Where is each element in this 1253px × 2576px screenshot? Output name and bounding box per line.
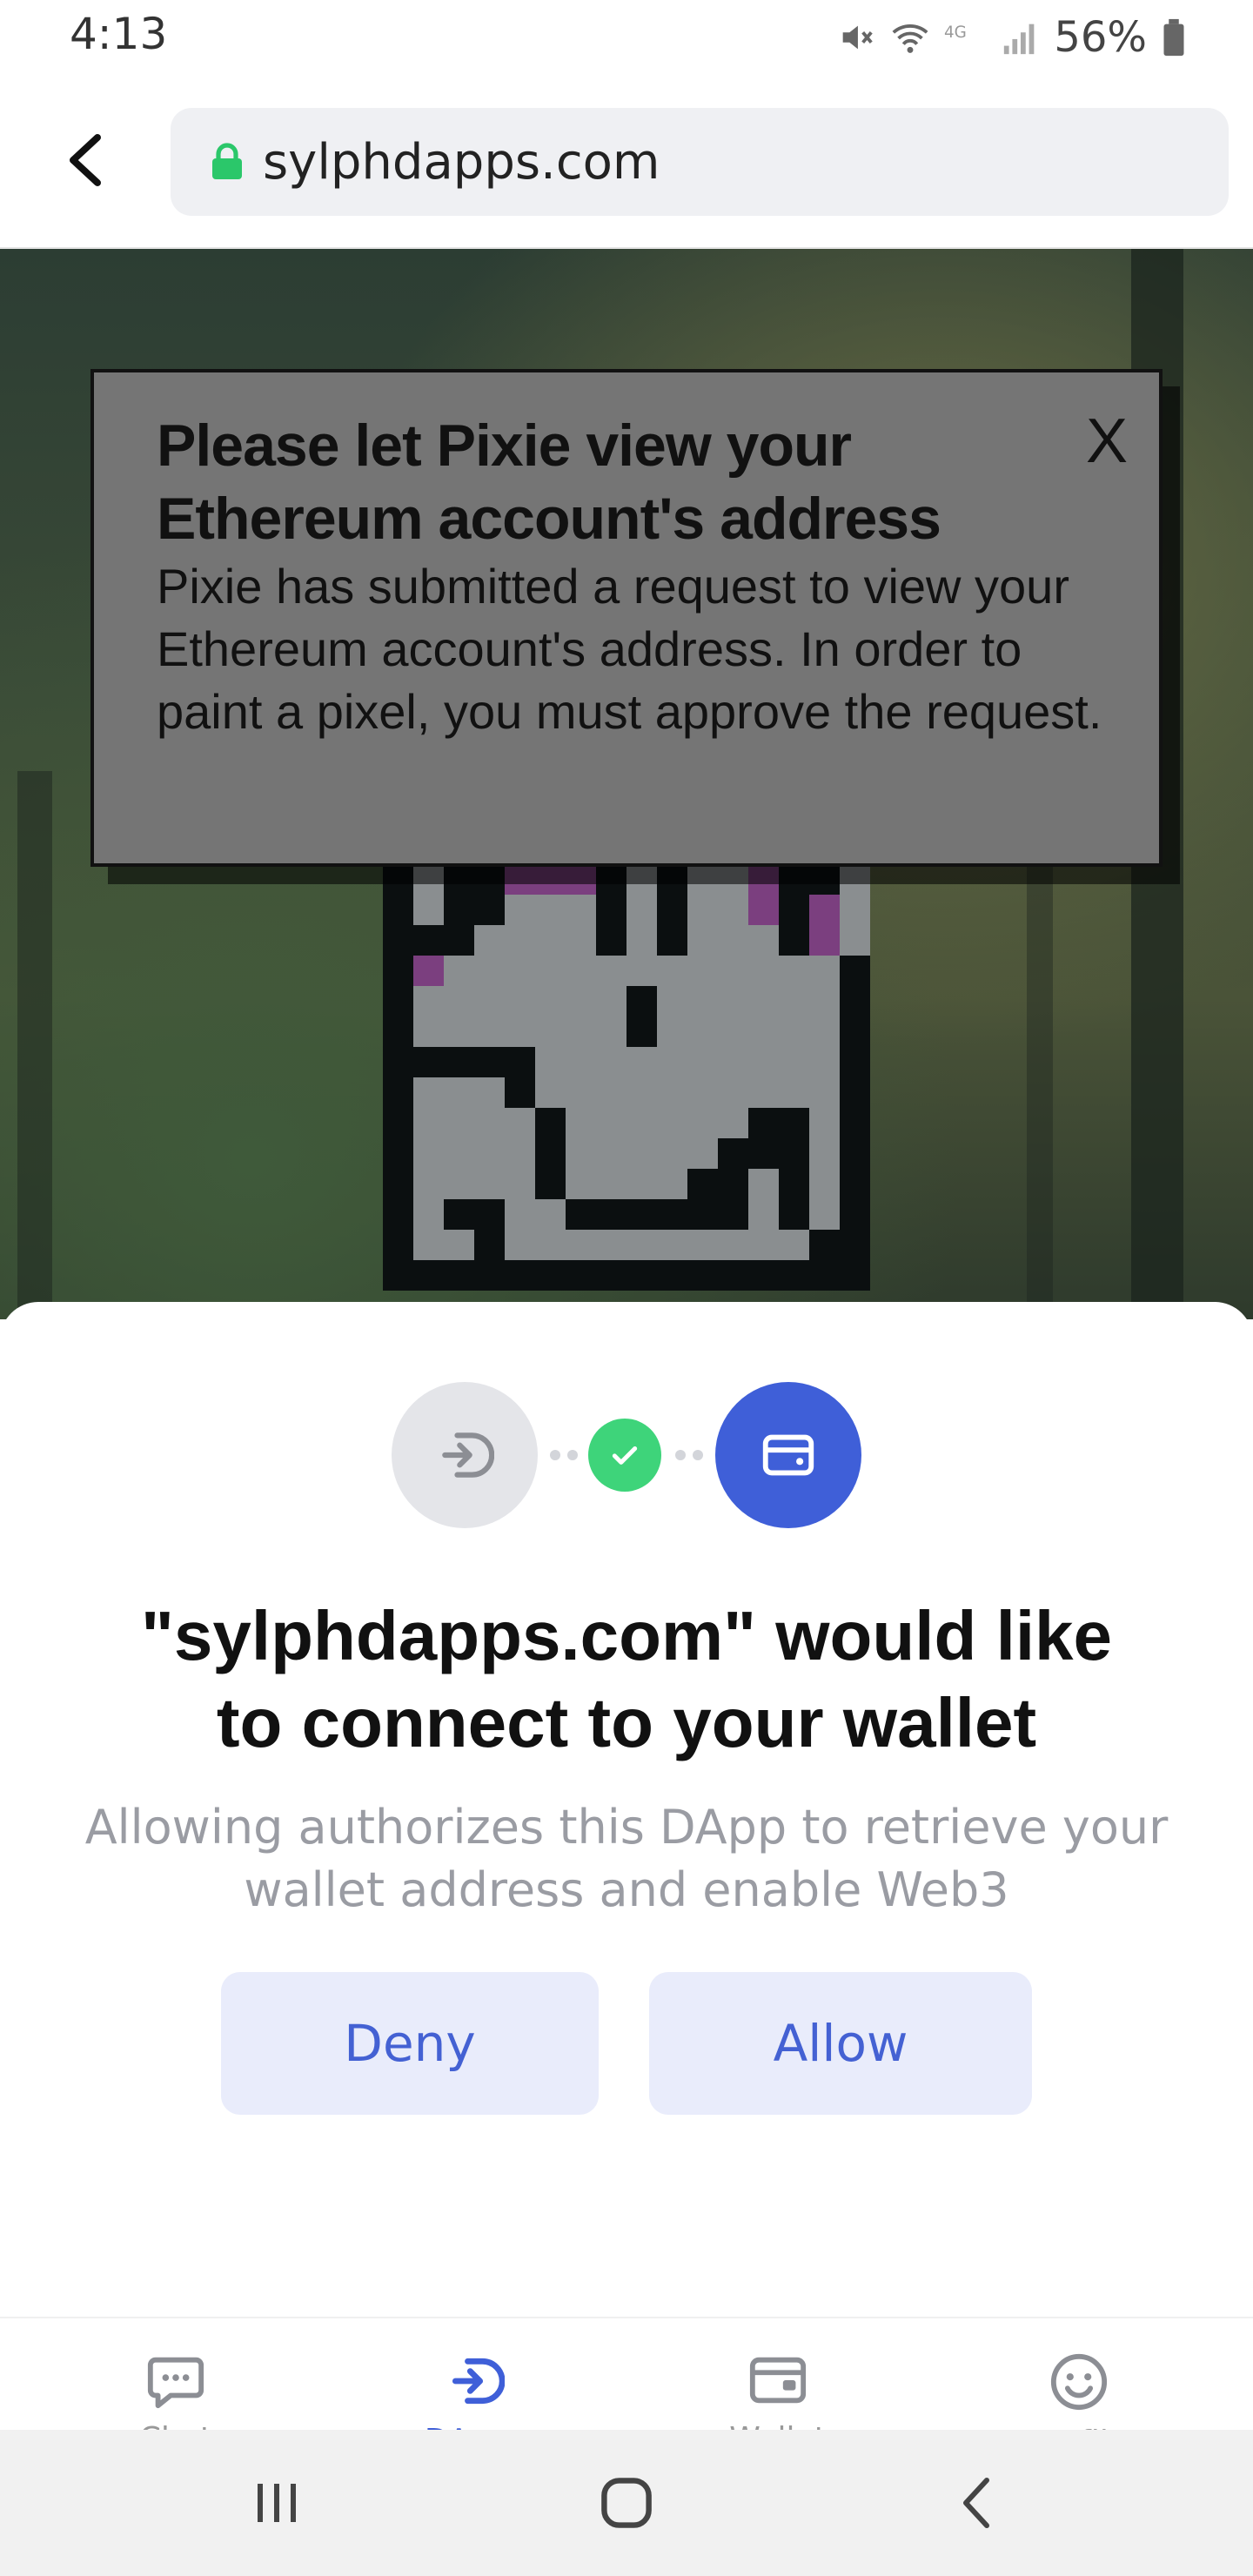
chat-icon [147, 2357, 204, 2409]
dialog-title: Please let Pixie view your Ethereum acco… [157, 413, 941, 552]
dialog-close-button[interactable]: X [1086, 406, 1128, 477]
connect-wallet-sheet: "sylphdapps.com" would like to connect t… [0, 1302, 1253, 2318]
tab-wallet[interactable]: Wallet [708, 2351, 848, 2432]
dapp-login-icon [392, 1382, 538, 1528]
app-tab-bar: Chat DApps Wallet Profile [0, 2317, 1253, 2432]
mute-icon [836, 17, 876, 57]
web-content: Please let Pixie view your Ethereum acco… [0, 249, 1253, 1319]
signal-icon [1002, 17, 1040, 57]
connect-title: "sylphdapps.com" would like to connect t… [140, 1597, 1113, 1761]
svg-text:4G: 4G [944, 23, 967, 42]
pixie-permission-dialog: Please let Pixie view your Ethereum acco… [90, 369, 1163, 867]
browser-toolbar: sylphdapps.com [0, 77, 1253, 249]
recents-button[interactable] [233, 2468, 320, 2538]
dapp-icon [452, 2358, 505, 2405]
pixel-art-canvas[interactable] [383, 863, 870, 1291]
smiley-icon [1050, 2353, 1108, 2411]
connection-graphic [392, 1382, 861, 1528]
status-time: 4:13 [70, 9, 168, 59]
status-bar: 4:13 4G 56% [0, 0, 1253, 77]
battery-percent: 56% [1054, 13, 1147, 62]
status-icons: 4G 56% [836, 9, 1187, 66]
url-text: sylphdapps.com [263, 133, 660, 191]
lte-icon: 4G [944, 17, 988, 57]
address-bar[interactable]: sylphdapps.com [171, 108, 1229, 216]
chevron-left-icon [70, 134, 101, 186]
check-icon [588, 1419, 661, 1492]
battery-icon [1161, 17, 1187, 57]
connect-subtitle: Allowing authorizes this DApp to retriev… [84, 1800, 1169, 1917]
back-button[interactable] [50, 125, 120, 195]
system-back-button[interactable] [933, 2468, 1020, 2538]
allow-button[interactable]: Allow [649, 1972, 1032, 2115]
recents-icon [258, 2484, 296, 2522]
wifi-icon [890, 17, 930, 57]
tab-dapps[interactable]: DApps [405, 2351, 545, 2432]
dialog-body: Pixie has submitted a request to view yo… [157, 559, 1102, 739]
system-nav-bar [0, 2430, 1253, 2576]
tab-chat[interactable]: Chat [106, 2351, 245, 2432]
tab-profile[interactable]: Profile [1009, 2351, 1149, 2432]
wallet-icon [715, 1382, 861, 1528]
back-icon [963, 2478, 989, 2528]
wallet-icon [749, 2357, 807, 2404]
lock-icon [211, 143, 244, 181]
deny-button[interactable]: Deny [221, 1972, 599, 2115]
home-icon [601, 2478, 652, 2528]
home-button[interactable] [583, 2468, 670, 2538]
